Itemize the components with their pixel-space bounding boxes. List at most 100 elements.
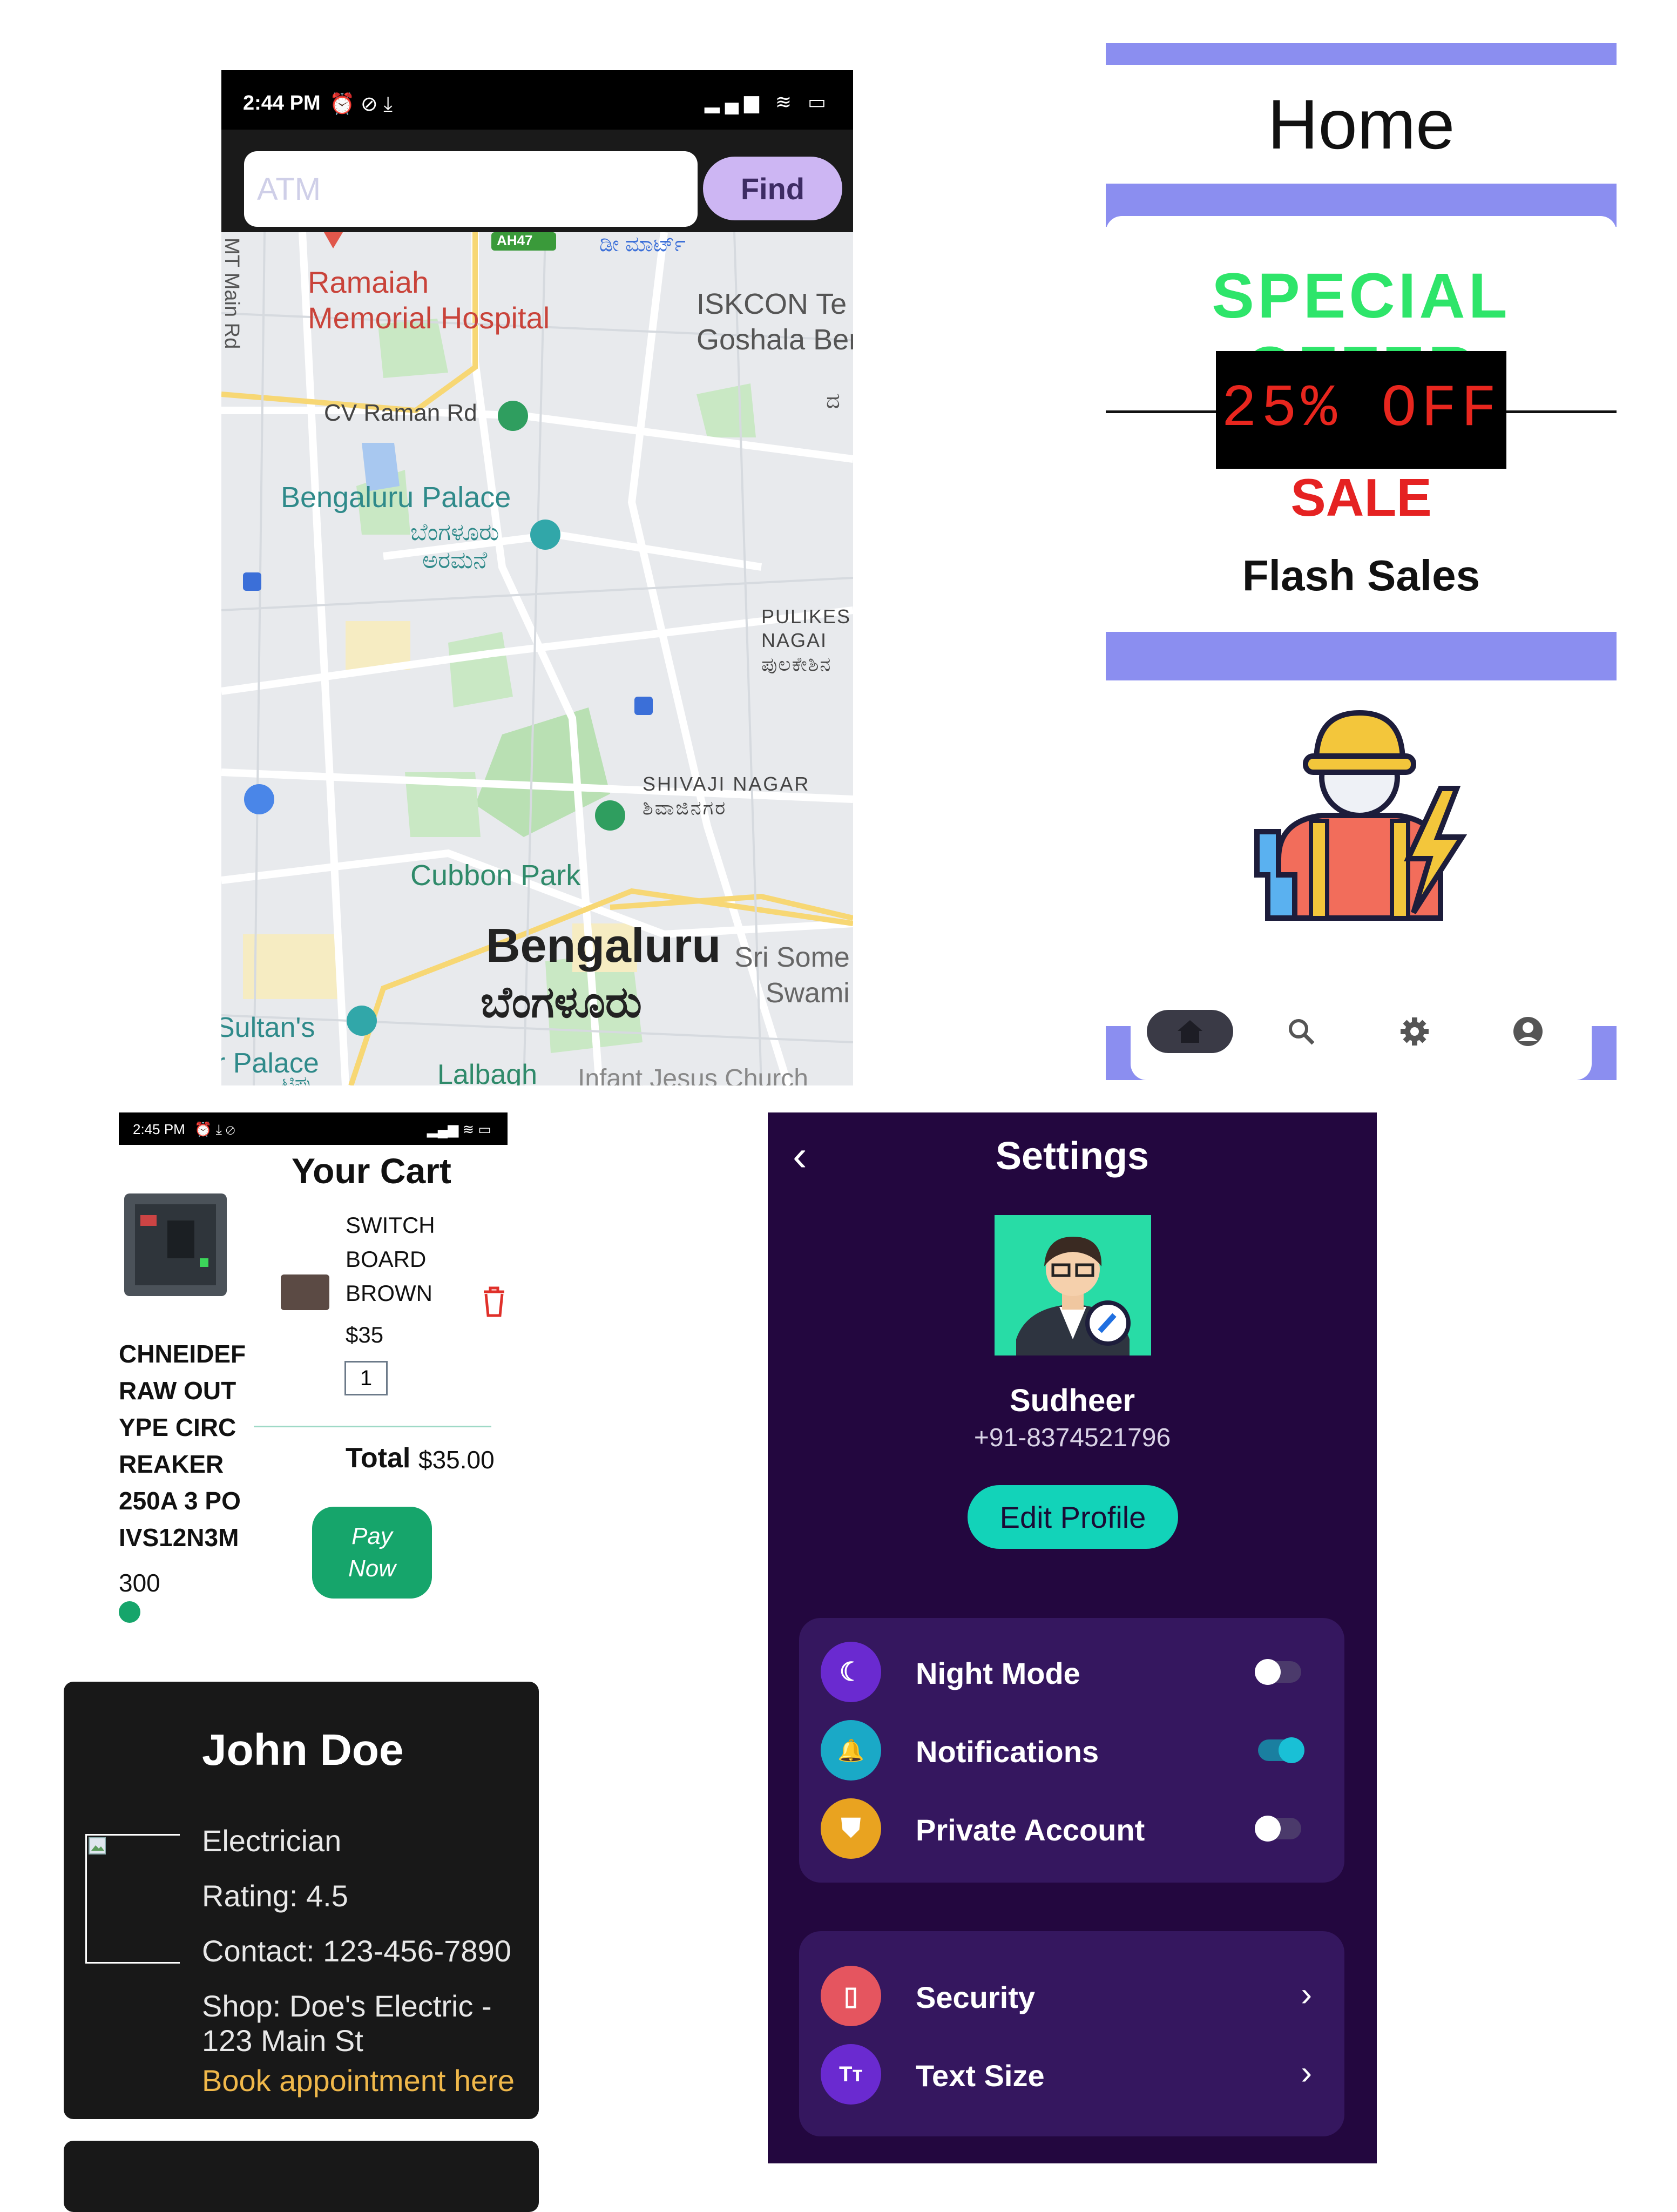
map-label-infant-jesus: Infant Jesus Church	[578, 1064, 808, 1085]
electrician-illustration	[1254, 710, 1468, 921]
nav-profile[interactable]	[1485, 1010, 1571, 1053]
avatar[interactable]	[995, 1215, 1151, 1355]
page-title: Home	[1267, 85, 1455, 164]
edit-profile-button[interactable]: Edit Profile	[968, 1485, 1178, 1549]
text-size-icon: Tт	[821, 2044, 881, 2105]
setting-security[interactable]: ▯ Security ›	[799, 1964, 1344, 2028]
map-label-sri-some: Sri Some Swami	[734, 942, 850, 1009]
chevron-right-icon: ›	[1301, 2054, 1312, 2092]
map-label-palace: Bengaluru Palace	[281, 481, 511, 514]
status-right-icons: ▂▄▆ ≋ ▭	[704, 91, 831, 113]
status-time: 2:45 PM	[133, 1121, 185, 1137]
map-label-pulikeshi: PULIKES NAGAI ಪುಲಕೇಶಿನ	[761, 605, 851, 675]
electrician-card: John Doe Electrician Rating: 4.5 Contact…	[64, 1682, 539, 2119]
map-label-city-kn: ಬೆಂಗಳೂರು	[481, 978, 642, 1026]
discount-box: 25% OFF	[1216, 351, 1506, 469]
status-bar: 2:45 PM ⏰ ⤓ ⊘ ▂▄▆ ≋ ▭	[119, 1112, 508, 1145]
map-label-shivaji: SHIVAJI NAGAR ಶಿವಾಜಿನಗರ	[643, 773, 810, 819]
map-label-dmart: ಡೀ ಮಾರ್ಟ್	[599, 232, 686, 256]
map-label-sultan: Sultan's r Palace	[221, 1012, 319, 1079]
shield-icon: ⛊	[821, 1798, 881, 1859]
product-image[interactable]	[119, 1177, 238, 1312]
map-label-cubbon: Cubbon Park	[410, 859, 581, 892]
user-name: Sudheer	[1009, 1383, 1135, 1418]
page-title: Settings	[995, 1135, 1149, 1178]
setting-label: Notifications	[916, 1735, 1099, 1769]
offer-banner[interactable]: SPECIAL OFFER 25% OFF SALE Flash Sales	[1106, 216, 1617, 632]
security-group: ▯ Security › Tт Text Size ›	[799, 1931, 1344, 2136]
header-band	[1106, 43, 1617, 65]
preferences-group: ☾ Night Mode 🔔 Notifications ⛊ Private A…	[799, 1618, 1344, 1883]
moon-icon: ☾	[821, 1642, 881, 1702]
nav-settings[interactable]	[1371, 1010, 1458, 1053]
electrician-shop-address: 123 Main St	[202, 2024, 363, 2058]
book-appointment-link[interactable]: Book appointment here	[202, 2063, 515, 2098]
setting-label: Text Size	[916, 2059, 1045, 2093]
total-value: $35.00	[418, 1446, 495, 1474]
map-app-screen: 2:44 PM ⏰ ⊘ ⤓ ▂▄▆ ≋ ▭ Find	[221, 70, 853, 1085]
cart-screen: 2:45 PM ⏰ ⤓ ⊘ ▂▄▆ ≋ ▭ Your Cart CHNEIDEF…	[119, 1112, 508, 1631]
notifications-toggle[interactable]	[1258, 1737, 1304, 1763]
map-label-lalbagh: Lalbagh	[437, 1059, 538, 1085]
electrician-shop: Shop: Doe's Electric -	[202, 1989, 492, 2023]
cart-item-name: BROWN	[346, 1280, 432, 1306]
electrician-contact: Contact: 123-456-7890	[202, 1934, 511, 1968]
cart-item-image	[281, 1274, 329, 1310]
electrician-card-next	[64, 2141, 539, 2212]
setting-notifications[interactable]: 🔔 Notifications	[799, 1718, 1344, 1783]
map-label-mt-main-rd: MT Main Rd	[221, 238, 243, 349]
map-label-ramaiah: Ramaiah Memorial Hospital	[308, 265, 550, 335]
map-label-cv-raman: CV Raman Rd	[324, 400, 477, 426]
flash-sales-text: Flash Sales	[1242, 551, 1480, 599]
pay-label: Now	[348, 1555, 396, 1582]
cart-item-name: BOARD	[346, 1246, 427, 1272]
home-screen: Home SPECIAL OFFER 25% OFF SALE Flash Sa…	[1106, 43, 1617, 1080]
search-input[interactable]	[244, 151, 698, 227]
setting-private-account[interactable]: ⛊ Private Account	[799, 1796, 1344, 1861]
add-icon[interactable]	[119, 1601, 140, 1623]
lock-icon: ▯	[821, 1966, 881, 2026]
setting-label: Security	[916, 1980, 1035, 2014]
map-label-palace-kn: ಬೆಂಗಳೂರು ಅರಮನೆ	[410, 519, 499, 574]
find-button[interactable]: Find	[703, 157, 842, 220]
trash-icon[interactable]	[481, 1285, 508, 1318]
product-name-line: YPE CIRC	[119, 1413, 236, 1441]
pay-now-button[interactable]: Pay Now	[312, 1507, 432, 1599]
map-label-iskcon: ISKCON Te Goshala Ber	[697, 288, 853, 356]
bell-icon: 🔔	[821, 1720, 881, 1781]
sale-text: SALE	[1290, 468, 1432, 527]
status-bar: 2:44 PM ⏰ ⊘ ⤓ ▂▄▆ ≋ ▭	[221, 70, 853, 130]
bottom-nav	[1131, 994, 1592, 1080]
product-name-line: REAKER	[119, 1450, 224, 1478]
quantity-input[interactable]: 1	[344, 1361, 388, 1395]
status-time: 2:44 PM	[243, 92, 321, 114]
profile-photo	[85, 1834, 180, 1964]
home-icon	[1178, 1020, 1202, 1043]
setting-night-mode[interactable]: ☾ Night Mode	[799, 1640, 1344, 1704]
divider	[254, 1426, 491, 1427]
electrician-rating: Rating: 4.5	[202, 1879, 348, 1913]
account-icon	[1513, 1017, 1543, 1046]
total-label: Total	[346, 1442, 411, 1474]
user-phone: +91-8374521796	[973, 1424, 1171, 1452]
product-name-line: RAW OUT	[119, 1377, 236, 1405]
electrician-role: Electrician	[202, 1824, 342, 1858]
cart-item-price: $35	[346, 1322, 384, 1347]
electrician-name: John Doe	[202, 1725, 404, 1775]
band-divider	[1106, 632, 1617, 680]
setting-text-size[interactable]: Tт Text Size ›	[799, 2042, 1344, 2107]
settings-screen: ‹ Settings Sudheer +91-8374521796 Edit P…	[768, 1112, 1377, 2163]
map-label-ah47: AH47	[497, 232, 533, 248]
nav-home[interactable]	[1147, 1010, 1233, 1053]
page-title: Your Cart	[292, 1151, 451, 1191]
night-mode-toggle[interactable]	[1255, 1659, 1301, 1685]
discount-text: 25% OFF	[1221, 376, 1502, 443]
nav-search[interactable]	[1258, 1010, 1344, 1053]
search-icon	[1289, 1019, 1315, 1045]
map-view[interactable]: MT Main Rd AH47 ಡೀ ಮಾರ್ಟ್ Ramaiah Memori…	[221, 232, 853, 1085]
pay-label: Pay	[351, 1523, 393, 1549]
map-label-sultan-kn: ಟಿಪ್ಪು ಸುಲ್ತಾನ...	[282, 1071, 312, 1086]
broken-image-icon	[89, 1837, 106, 1854]
private-account-toggle[interactable]	[1255, 1816, 1301, 1842]
product-name-line: 250A 3 PO	[119, 1487, 241, 1515]
